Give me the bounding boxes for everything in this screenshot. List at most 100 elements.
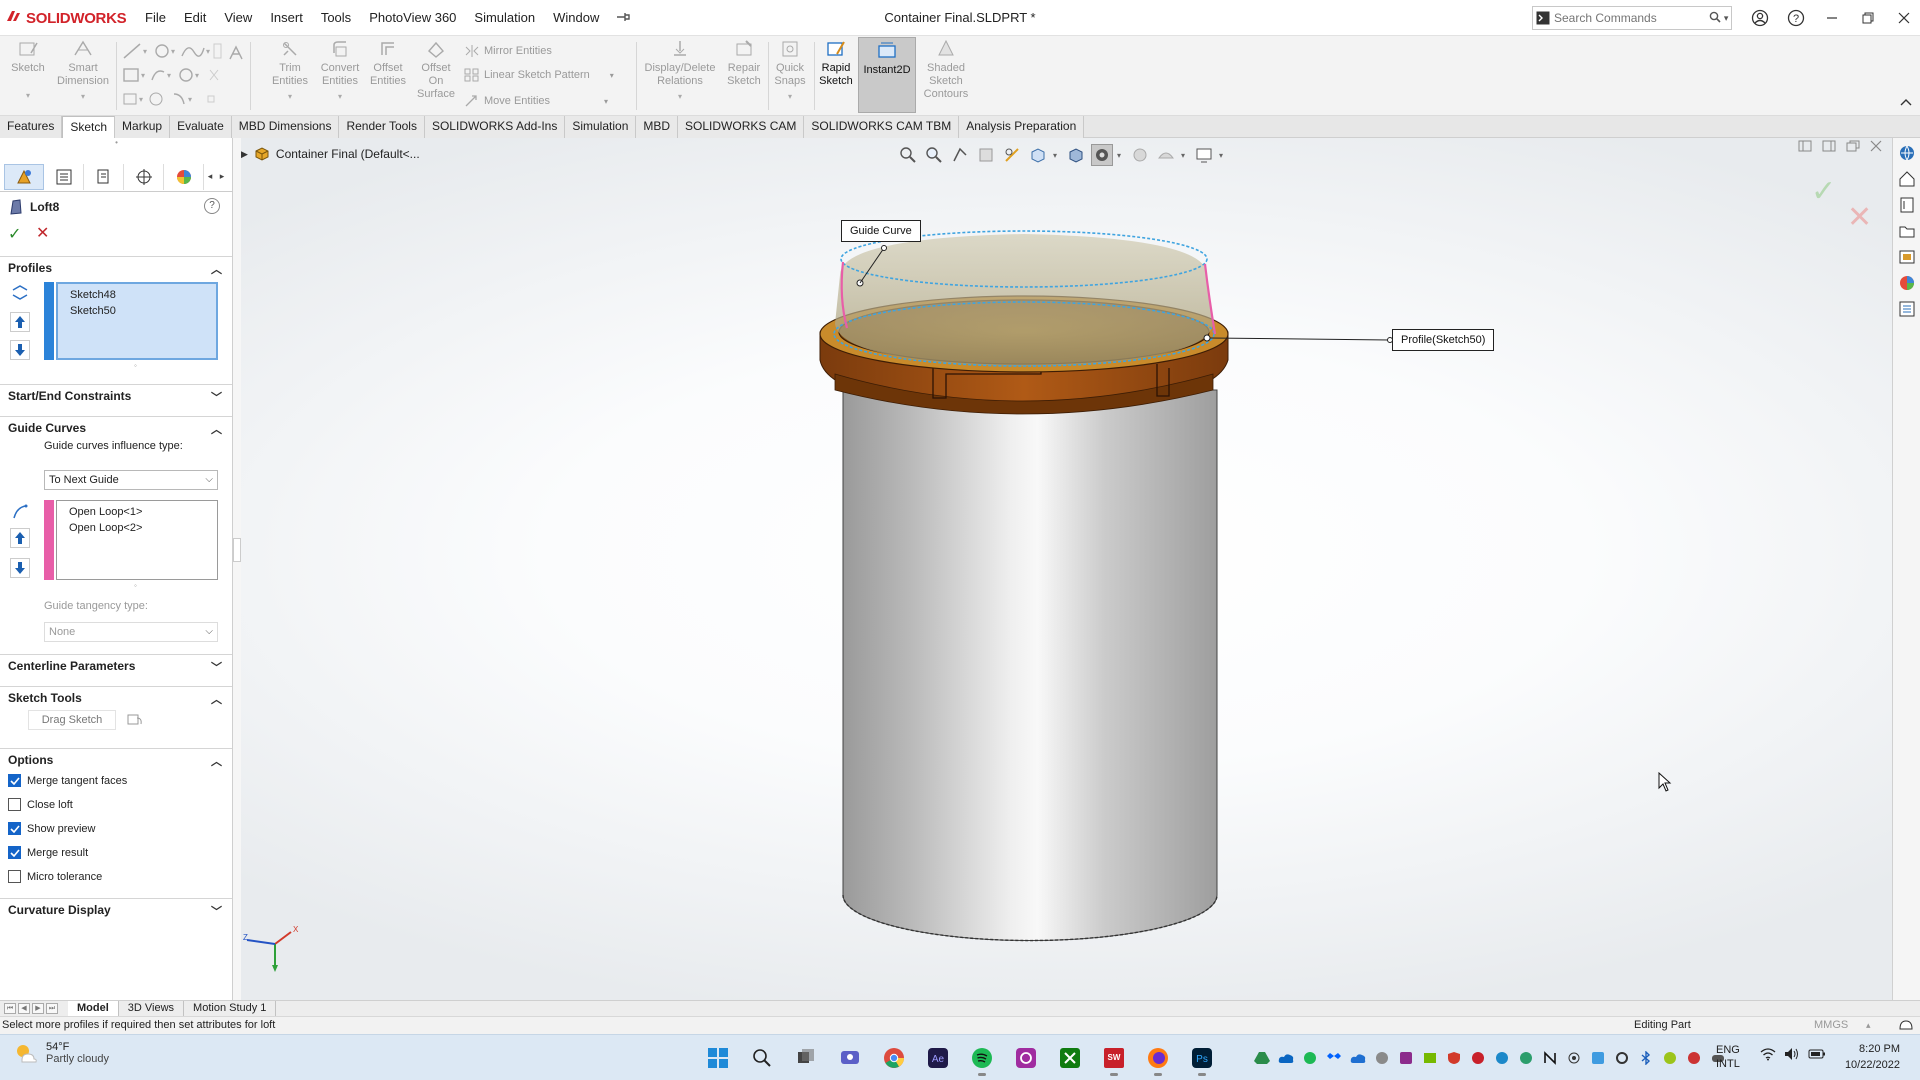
menu-insert[interactable]: Insert xyxy=(261,0,312,36)
list-item[interactable]: Open Loop<2> xyxy=(69,520,205,536)
start-button[interactable] xyxy=(700,1039,736,1077)
show-preview-checkbox[interactable]: Show preview xyxy=(8,822,95,835)
solidworks-logo[interactable]: SOLIDWORKS xyxy=(6,8,127,28)
design-library-icon[interactable] xyxy=(1896,194,1918,216)
prev-tab-icon[interactable]: ◀ xyxy=(18,1003,30,1014)
minimize-icon[interactable] xyxy=(1814,0,1850,36)
resize-handle[interactable]: ◦ xyxy=(134,361,137,370)
collapse-ribbon-icon[interactable] xyxy=(1900,96,1912,110)
configuration-manager-tab[interactable] xyxy=(84,163,124,190)
offset-entities-button[interactable]: Offset Entities xyxy=(366,38,410,88)
menu-simulation[interactable]: Simulation xyxy=(465,0,544,36)
task-view-button[interactable] xyxy=(788,1039,824,1077)
tabs-scroll-left-icon[interactable]: ◂ xyxy=(204,171,216,182)
dropbox-icon[interactable] xyxy=(1324,1048,1344,1068)
move-up-button[interactable] xyxy=(10,312,30,332)
tab-analysis-preparation[interactable]: Analysis Preparation xyxy=(959,116,1085,138)
checkbox-unchecked[interactable] xyxy=(8,870,21,883)
polygon-tools-row[interactable]: ▾ ▾ xyxy=(122,90,222,108)
android-icon[interactable] xyxy=(1660,1048,1680,1068)
antivirus-icon[interactable] xyxy=(1444,1048,1464,1068)
tab-sketch[interactable]: Sketch xyxy=(62,116,116,138)
merge-tangent-faces-checkbox[interactable]: Merge tangent faces xyxy=(8,774,127,787)
quick-snaps-button[interactable]: Quick Snaps ▾ xyxy=(770,38,810,103)
tab-render-tools[interactable]: Render Tools xyxy=(339,116,425,138)
network-icon[interactable] xyxy=(1516,1048,1536,1068)
view-palette-icon[interactable] xyxy=(1896,246,1918,268)
linear-sketch-pattern-button[interactable]: Linear Sketch Pattern ▾ xyxy=(464,68,614,82)
tab-mbd-dimensions[interactable]: MBD Dimensions xyxy=(231,116,340,138)
text-tool-button[interactable] xyxy=(226,42,246,66)
teams-chat-app[interactable] xyxy=(832,1039,868,1077)
move-down-button[interactable] xyxy=(10,340,30,360)
list-item[interactable]: Sketch48 xyxy=(70,287,204,303)
menu-photoview[interactable]: PhotoView 360 xyxy=(360,0,465,36)
solidworks-resources-icon[interactable] xyxy=(1896,142,1918,164)
tab-addins[interactable]: SOLIDWORKS Add-Ins xyxy=(424,116,566,138)
pin-menu-icon[interactable] xyxy=(608,11,638,26)
tab-3d-views[interactable]: 3D Views xyxy=(119,1000,185,1017)
tab-mbd[interactable]: MBD xyxy=(636,116,679,138)
move-entities-button[interactable]: Move Entities ▾ xyxy=(464,94,608,108)
unit-system[interactable]: MMGS xyxy=(1814,1017,1848,1034)
taskbar-search[interactable] xyxy=(744,1039,780,1077)
merge-result-checkbox[interactable]: Merge result xyxy=(8,846,88,859)
restore-icon[interactable] xyxy=(1850,0,1886,36)
checkbox-checked[interactable] xyxy=(8,774,21,787)
profile-callout[interactable]: Profile(Sketch50) xyxy=(1392,329,1495,351)
display-manager-tab[interactable] xyxy=(164,163,204,190)
undo-drag-icon[interactable] xyxy=(126,712,144,731)
curvature-section-header[interactable]: Curvature Display ﹀ xyxy=(0,898,232,920)
tab-model[interactable]: Model xyxy=(68,1000,119,1017)
weather-widget[interactable]: 54°F Partly cloudy xyxy=(14,1041,109,1065)
firefox-app[interactable] xyxy=(1140,1039,1176,1077)
container-model[interactable] xyxy=(241,138,1892,1000)
drag-sketch-button[interactable]: Drag Sketch xyxy=(28,710,116,730)
start-end-section-header[interactable]: Start/End Constraints ﹀ xyxy=(0,384,232,406)
menu-tools[interactable]: Tools xyxy=(312,0,360,36)
next-tab-icon[interactable]: ▶ xyxy=(32,1003,44,1014)
after-effects-app[interactable]: Ae xyxy=(920,1039,956,1077)
smart-dimension-button[interactable]: Smart Dimension ▾ xyxy=(56,38,110,103)
guide-curves-section-header[interactable]: Guide Curves ︿ xyxy=(0,416,232,438)
property-manager-tab[interactable] xyxy=(44,163,84,190)
photoshop-app[interactable]: Ps xyxy=(1184,1039,1220,1077)
menu-view[interactable]: View xyxy=(215,0,261,36)
trim-entities-button[interactable]: Trim Entities ▾ xyxy=(268,38,312,103)
checkbox-checked[interactable] xyxy=(8,822,21,835)
search-icon[interactable] xyxy=(1709,11,1721,26)
search-input[interactable] xyxy=(1550,8,1709,28)
webcam-icon[interactable] xyxy=(1564,1048,1584,1068)
system-clock[interactable]: 8:20 PM 10/22/2022 xyxy=(1838,1041,1900,1073)
close-icon[interactable] xyxy=(1886,0,1920,36)
tab-motion-study[interactable]: Motion Study 1 xyxy=(184,1000,277,1017)
discord-icon[interactable] xyxy=(1372,1048,1392,1068)
solidworks-app[interactable]: SW xyxy=(1096,1039,1132,1077)
spotify-app[interactable] xyxy=(964,1039,1000,1077)
offset-on-surface-button[interactable]: Offset On Surface xyxy=(414,38,458,101)
last-tab-icon[interactable]: ⏭ xyxy=(46,1003,58,1014)
tabs-scroll-right-icon[interactable]: ▸ xyxy=(216,171,228,182)
tab-features[interactable]: Features xyxy=(0,116,63,138)
tab-cam[interactable]: SOLIDWORKS CAM xyxy=(678,116,805,138)
app-tray-icon[interactable] xyxy=(1396,1048,1416,1068)
menu-window[interactable]: Window xyxy=(544,0,608,36)
guide-curves-listbox[interactable]: Open Loop<1> Open Loop<2> xyxy=(56,500,218,580)
influence-type-select[interactable]: To Next Guide ⌵ xyxy=(44,470,218,490)
search-commands[interactable]: ▾ xyxy=(1532,6,1732,30)
shaded-sketch-contours-button[interactable]: Shaded Sketch Contours xyxy=(920,38,972,101)
chrome-app[interactable] xyxy=(876,1039,912,1077)
profiles-section-header[interactable]: Profiles ︿ xyxy=(0,256,232,278)
tangency-type-select[interactable]: None ⌵ xyxy=(44,622,218,642)
quick-assist-app[interactable] xyxy=(1008,1039,1044,1077)
repair-sketch-button[interactable]: Repair Sketch xyxy=(724,38,764,88)
micro-tolerance-checkbox[interactable]: Micro tolerance xyxy=(8,870,102,883)
display-delete-relations-button[interactable]: Display/Delete Relations ▾ xyxy=(640,38,720,103)
checkbox-unchecked[interactable] xyxy=(8,798,21,811)
guide-move-up-button[interactable] xyxy=(10,528,30,548)
tab-simulation[interactable]: Simulation xyxy=(565,116,637,138)
unit-system-up-icon[interactable]: ▴ xyxy=(1866,1017,1871,1034)
appearances-icon[interactable] xyxy=(1896,272,1918,294)
guide-curve-callout[interactable]: Guide Curve xyxy=(841,220,921,242)
input-language[interactable]: ENG INTL xyxy=(1716,1043,1740,1071)
